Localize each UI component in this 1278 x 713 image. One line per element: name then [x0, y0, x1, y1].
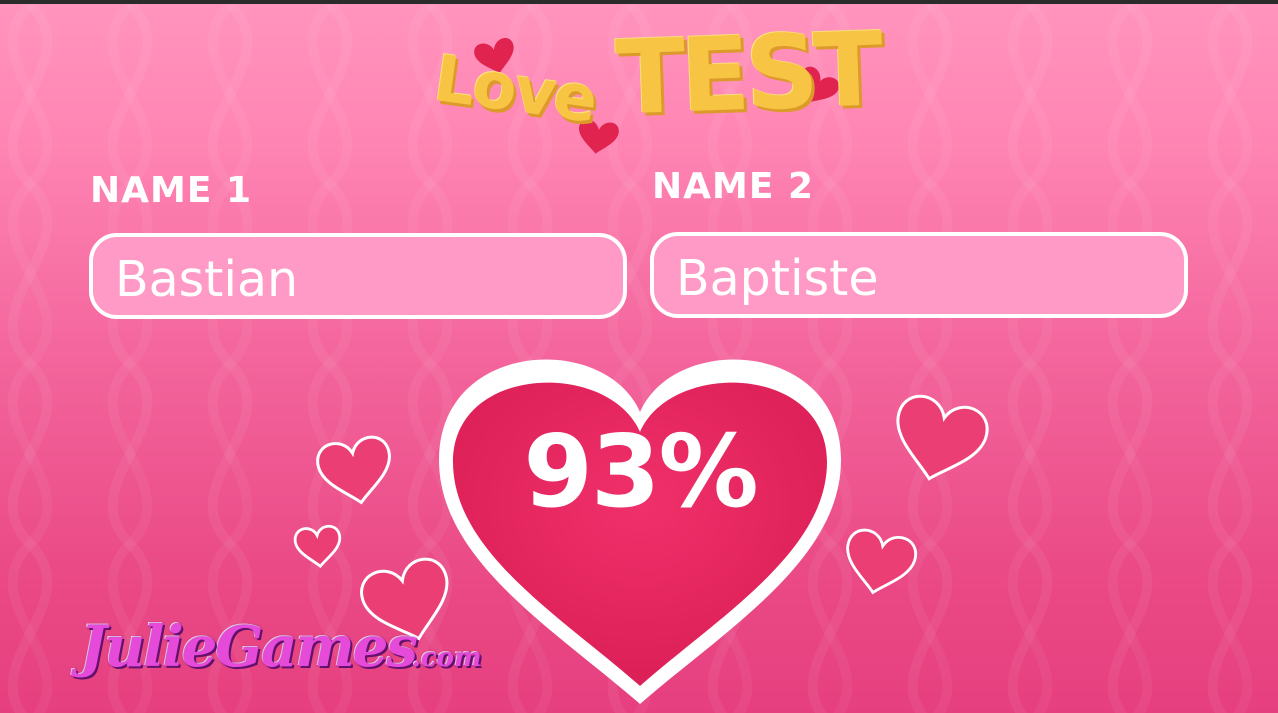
logo-word-test: TEST — [613, 10, 881, 139]
heart-icon — [846, 528, 918, 595]
heart-icon — [896, 394, 989, 481]
name2-input[interactable]: Baptiste — [650, 232, 1188, 318]
game-stage: Love TEST NAME 1 NAME 2 Bastian Baptiste — [0, 4, 1278, 713]
name1-label: NAME 1 — [90, 170, 252, 211]
love-test-logo: Love TEST — [420, 10, 880, 168]
brand-suffix: .com — [411, 643, 482, 673]
love-percent: 93% — [523, 413, 758, 530]
name1-input[interactable]: Bastian — [89, 233, 627, 319]
juliegames-logo[interactable]: JulieGames.com — [80, 614, 482, 680]
brand-name: JulieGames — [80, 614, 418, 680]
heart-icon — [293, 524, 342, 569]
name2-value: Baptiste — [676, 250, 879, 307]
heart-icon — [316, 435, 391, 505]
name1-value: Bastian — [115, 251, 299, 308]
name2-label: NAME 2 — [652, 166, 814, 207]
